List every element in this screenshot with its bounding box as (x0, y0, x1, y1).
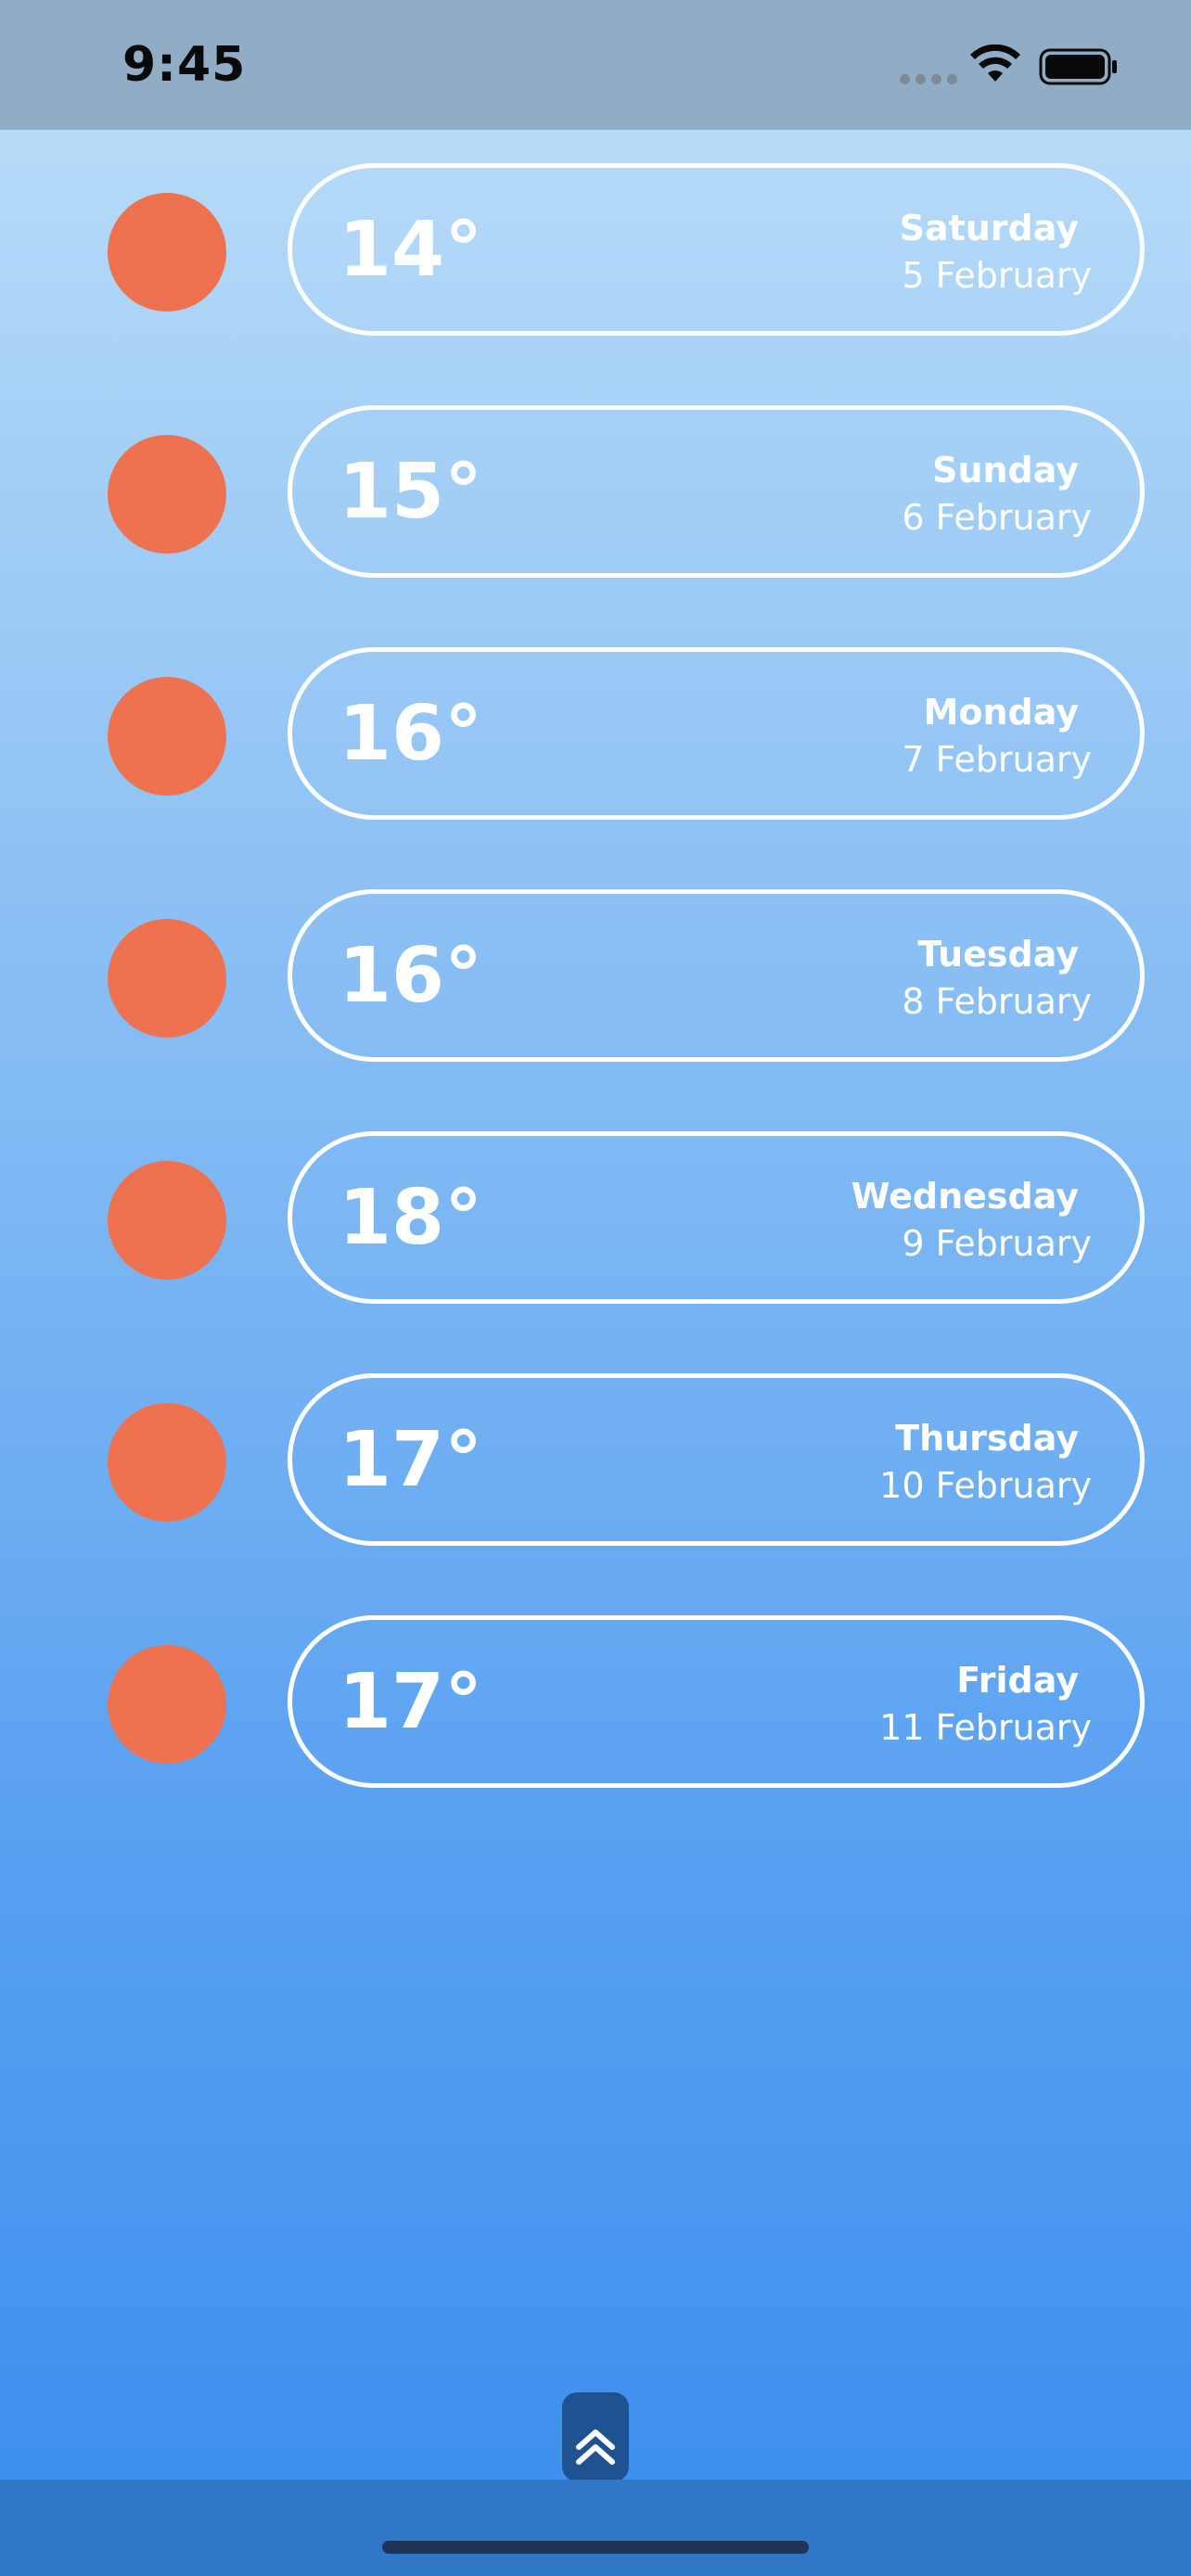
forecast-card[interactable]: 16° Tuesday 8 February (288, 889, 1145, 1062)
wifi-icon (970, 45, 1020, 82)
forecast-card[interactable]: 17° Thursday 10 February (288, 1373, 1145, 1546)
forecast-card[interactable]: 14° Saturday 5 February (288, 163, 1145, 336)
signal-dots-icon (900, 74, 957, 84)
forecast-card[interactable]: 15° Sunday 6 February (288, 405, 1145, 578)
date-text: 11 February (879, 1707, 1092, 1748)
date-text: 10 February (879, 1465, 1092, 1506)
day-name: Sunday (932, 450, 1079, 491)
temperature: 14° (339, 206, 483, 294)
forecast-row: 17° Friday 11 February (0, 1615, 1191, 1792)
date-block: Thursday 10 February (795, 1415, 1092, 1510)
forecast-row: 17° Thursday 10 February (0, 1373, 1191, 1549)
day-name: Wednesday (851, 1176, 1079, 1217)
day-name: Saturday (899, 208, 1079, 249)
home-indicator[interactable] (382, 2541, 809, 2554)
date-text: 5 February (902, 255, 1092, 296)
forecast-row: 14° Saturday 5 February (0, 163, 1191, 339)
date-block: Saturday 5 February (795, 205, 1092, 300)
date-block: Tuesday 8 February (795, 931, 1092, 1026)
double-chevron-up-icon (576, 2429, 615, 2465)
status-bar: 9:45 (0, 0, 1191, 130)
sun-icon (108, 1161, 226, 1280)
date-block: Wednesday 9 February (795, 1173, 1092, 1268)
date-text: 8 February (902, 981, 1092, 1022)
status-time: 9:45 (122, 37, 247, 93)
forecast-row: 15° Sunday 6 February (0, 405, 1191, 581)
scroll-to-top-button[interactable] (562, 2392, 629, 2481)
date-block: Friday 11 February (795, 1657, 1092, 1752)
sun-icon (108, 435, 226, 554)
bottom-bar (0, 2480, 1191, 2576)
day-name: Friday (956, 1660, 1079, 1701)
date-block: Monday 7 February (795, 689, 1092, 784)
day-name: Monday (923, 692, 1079, 733)
temperature: 17° (339, 1658, 483, 1746)
sun-icon (108, 1403, 226, 1522)
sun-icon (108, 1645, 226, 1764)
date-text: 6 February (902, 497, 1092, 538)
forecast-row: 18° Wednesday 9 February (0, 1131, 1191, 1307)
date-text: 9 February (902, 1223, 1092, 1264)
temperature: 16° (339, 690, 483, 778)
forecast-card[interactable]: 17° Friday 11 February (288, 1615, 1145, 1788)
temperature: 16° (339, 932, 483, 1020)
sun-icon (108, 677, 226, 796)
forecast-row: 16° Monday 7 February (0, 647, 1191, 823)
temperature: 15° (339, 448, 483, 536)
temperature: 17° (339, 1416, 483, 1504)
forecast-row: 16° Tuesday 8 February (0, 889, 1191, 1065)
sun-icon (108, 193, 226, 312)
date-text: 7 February (902, 739, 1092, 780)
day-name: Tuesday (917, 934, 1079, 975)
temperature: 18° (339, 1174, 483, 1262)
forecast-card[interactable]: 18° Wednesday 9 February (288, 1131, 1145, 1304)
day-name: Thursday (895, 1418, 1079, 1459)
date-block: Sunday 6 February (795, 447, 1092, 542)
sun-icon (108, 919, 226, 1038)
battery-icon (1039, 48, 1117, 85)
forecast-card[interactable]: 16° Monday 7 February (288, 647, 1145, 820)
